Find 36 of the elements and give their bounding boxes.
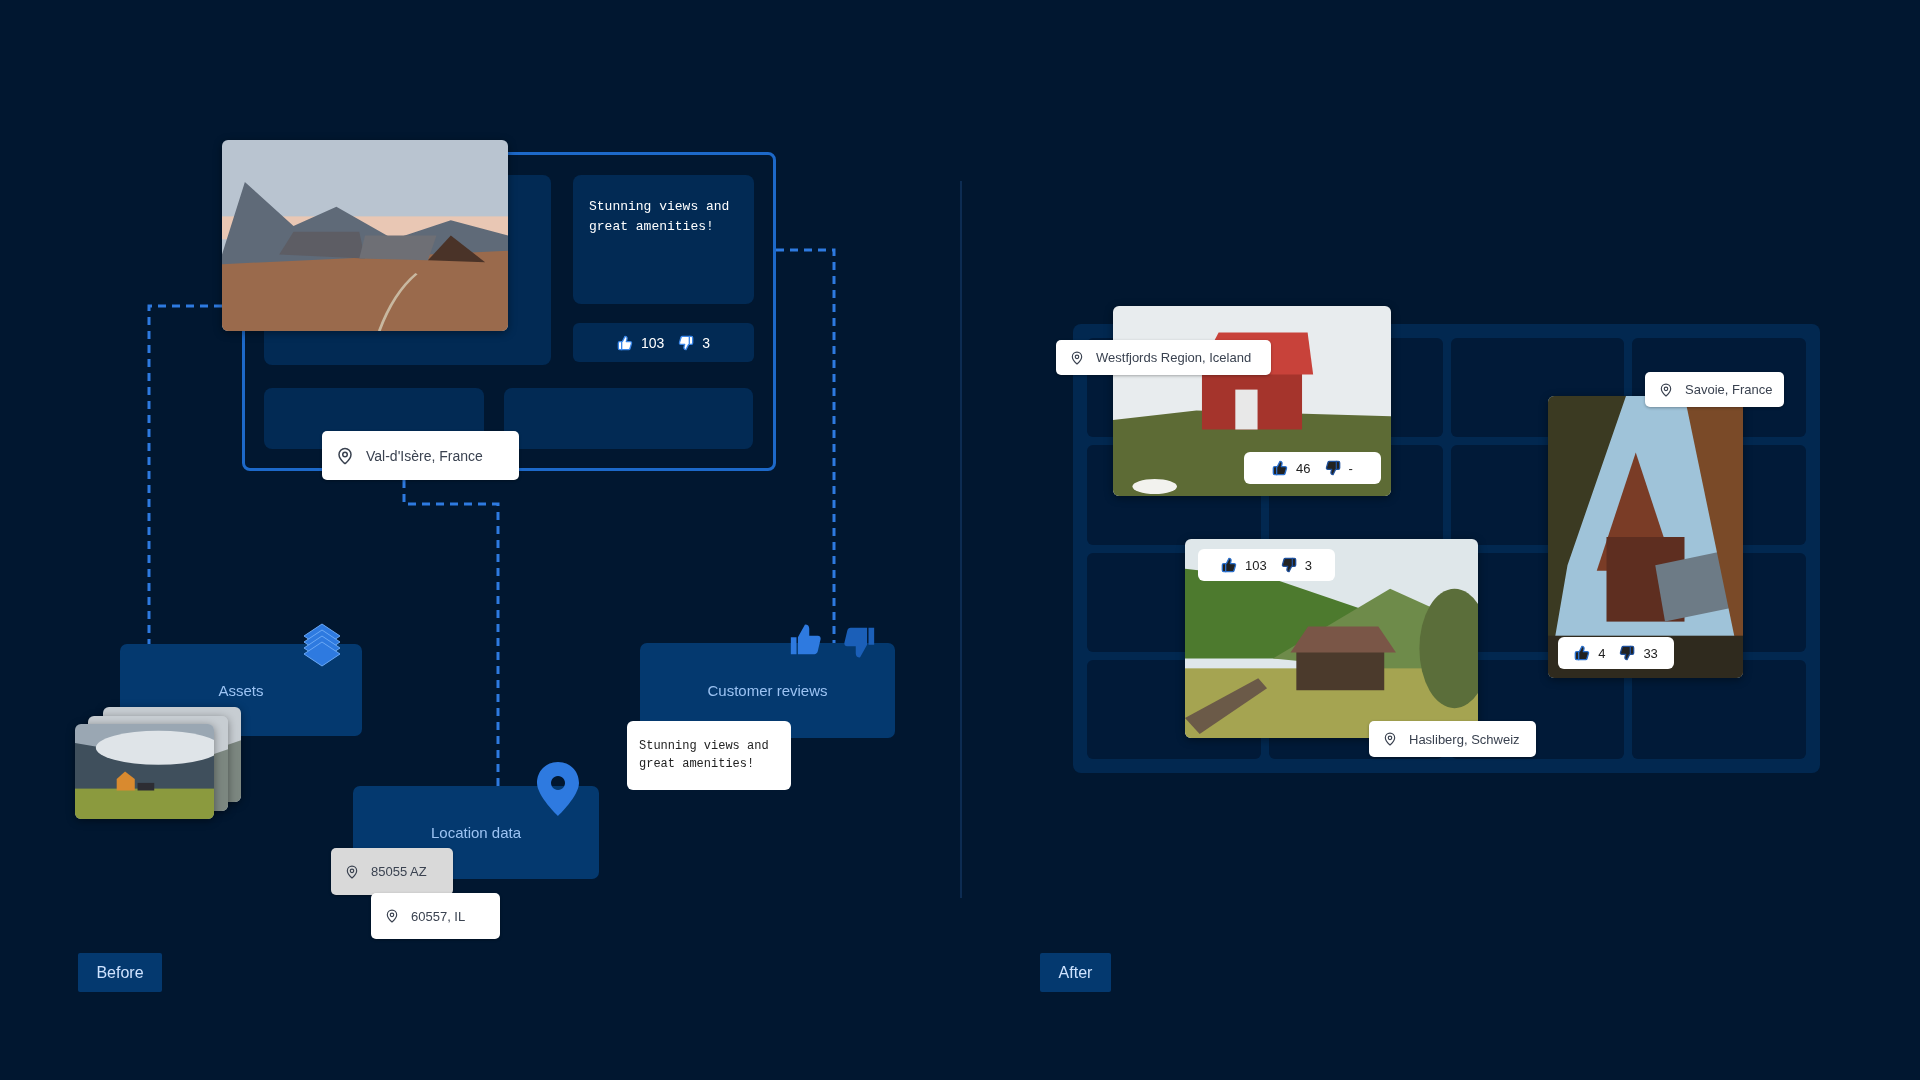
location-pin-icon — [1070, 350, 1084, 365]
location-pin-icon — [1383, 732, 1397, 746]
likes-count: 103 — [1245, 557, 1267, 573]
location-tag: Westfjords Region, Iceland — [1056, 340, 1271, 375]
map-pin-icon — [535, 760, 581, 818]
location-tag: 85055 AZ — [331, 848, 453, 895]
likes-count: 4 — [1598, 645, 1606, 661]
thumbs-up-icon — [1221, 557, 1238, 573]
location-pin-icon — [336, 446, 354, 465]
section-label: Before — [78, 953, 162, 992]
likes-count: 46 — [1296, 460, 1311, 476]
location-pin-icon — [1659, 382, 1673, 397]
thumbs-up-icon — [1574, 645, 1591, 661]
thumbs-up-icon — [616, 334, 633, 351]
location-tag: Hasliberg, Schweiz — [1369, 721, 1536, 757]
location-tag: Val-d'Isère, France — [322, 431, 519, 480]
card-title: Assets — [218, 681, 264, 699]
card-title: Customer reviews — [707, 682, 828, 699]
thumbs-down-icon — [1324, 460, 1341, 476]
thumbs-down-icon — [1619, 645, 1636, 661]
dislikes-count: - — [1348, 460, 1353, 476]
dislikes-count: 3 — [1304, 557, 1312, 573]
thumbs-down-icon — [1280, 557, 1297, 573]
section-label: After — [1040, 953, 1111, 992]
thumbs-down-icon — [678, 334, 695, 351]
location-pin-icon — [385, 909, 399, 923]
thumbs-up-icon — [1272, 460, 1289, 476]
review-bubble: Stunning views and great amenities! — [627, 721, 791, 790]
location-pin-icon — [345, 864, 359, 879]
location-tag: Savoie, France — [1645, 372, 1784, 407]
dislikes-count: 33 — [1643, 645, 1658, 661]
card-title: Location data — [430, 824, 522, 841]
location-tag: 60557, IL — [371, 893, 500, 939]
likes-count: 103 — [640, 334, 665, 351]
review-text: Stunning views and great amenities! — [573, 175, 754, 304]
dislikes-count: 3 — [702, 334, 711, 351]
